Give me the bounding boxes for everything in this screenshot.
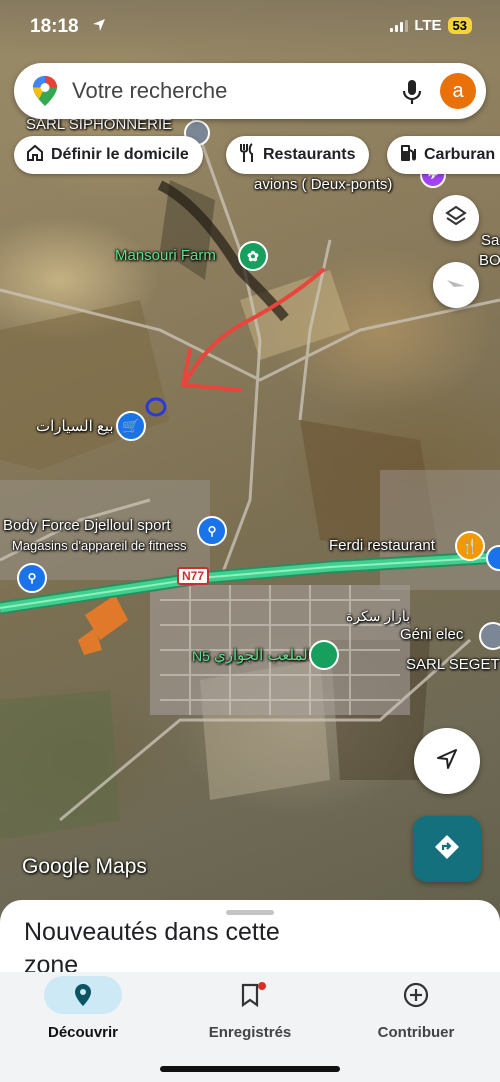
pin-body-force[interactable]: ⚲ [197,516,227,546]
google-maps-watermark: Google Maps [22,855,147,878]
label-playground[interactable]: الملعب الجواري [214,646,312,664]
account-avatar[interactable]: a [440,73,476,109]
status-time: 18:18 [30,16,79,37]
road-label-n77: N77 [177,567,210,585]
chip-gas-stations[interactable]: Carburan [387,136,500,174]
label-sarl-seget[interactable]: SARL SEGET [406,656,500,673]
search-placeholder[interactable]: Votre recherche [72,78,227,104]
home-indicator[interactable] [160,1066,340,1072]
nav-contribute[interactable]: Contribuer [341,976,491,1041]
label-fitness-store[interactable]: Magasins d'appareil de fitness [12,538,186,553]
add-circle-icon [377,976,455,1014]
phone-screen: N77 SARL SIPHONNERIE ✈ avions ( Deux-pon… [0,0,500,1082]
google-maps-pin-icon [32,75,58,112]
nav-label-saved: Enregistrés [208,1024,292,1041]
home-icon [26,144,44,167]
compass-icon [444,271,468,300]
label-bazar[interactable]: بازار سكرة [346,608,410,625]
compass-button[interactable] [433,262,479,308]
label-body-force[interactable]: Body Force Djelloul sport [3,517,171,534]
directions-button[interactable] [413,816,481,882]
pin-ferdi-restaurant[interactable]: 🍴 [455,531,485,561]
battery-indicator: 53 [447,17,472,34]
label-avions[interactable]: avions ( Deux-ponts) [254,176,392,193]
search-bar[interactable]: Votre recherche a [14,63,486,119]
nav-label-contribute: Contribuer [377,1024,455,1041]
label-edge-bo: BO [479,252,500,269]
chip-restaurants[interactable]: Restaurants [226,136,370,174]
pin-mansouri-farm[interactable]: ✿ [238,241,268,271]
nav-discover[interactable]: Découvrir [8,976,158,1041]
label-n5: N5 [192,648,210,664]
notification-dot [258,982,266,990]
signal-icon [390,19,409,32]
layers-icon [445,205,467,232]
my-location-button[interactable] [414,728,480,794]
pin-car-dealer[interactable]: 🛒 [116,411,146,441]
sheet-drag-handle[interactable] [226,910,274,915]
network-type: LTE [414,17,442,34]
chip-label: Définir le domicile [51,146,189,163]
status-bar: 18:18 LTE 53 [0,0,500,52]
restaurant-icon [238,142,256,168]
directions-icon [433,833,461,866]
nav-label-discover: Découvrir [47,1024,119,1041]
label-edge-sa: Sa [481,232,500,249]
pin-geni-elec[interactable] [479,622,500,650]
label-ferdi-restaurant[interactable]: Ferdi restaurant [329,537,435,554]
label-car-dealer[interactable]: بيع السيارات [36,417,114,435]
pin-playground[interactable] [309,640,339,670]
location-arrow-icon [92,18,106,37]
chip-set-home[interactable]: Définir le domicile [14,136,203,174]
label-mansouri-farm[interactable]: Mansouri Farm [115,247,216,264]
pin-left-edge-shop[interactable]: ⚲ [17,563,47,593]
bookmark-icon [211,976,289,1014]
gas-station-icon [399,143,417,168]
chip-label: Restaurants [263,146,356,163]
location-pin-icon [44,976,122,1014]
layers-button[interactable] [433,195,479,241]
navigation-arrow-icon [436,748,458,775]
microphone-icon[interactable] [402,79,422,110]
nav-saved[interactable]: Enregistrés [175,976,325,1041]
label-geni-elec[interactable]: Géni elec [400,626,463,643]
chip-label: Carburan [424,146,496,163]
